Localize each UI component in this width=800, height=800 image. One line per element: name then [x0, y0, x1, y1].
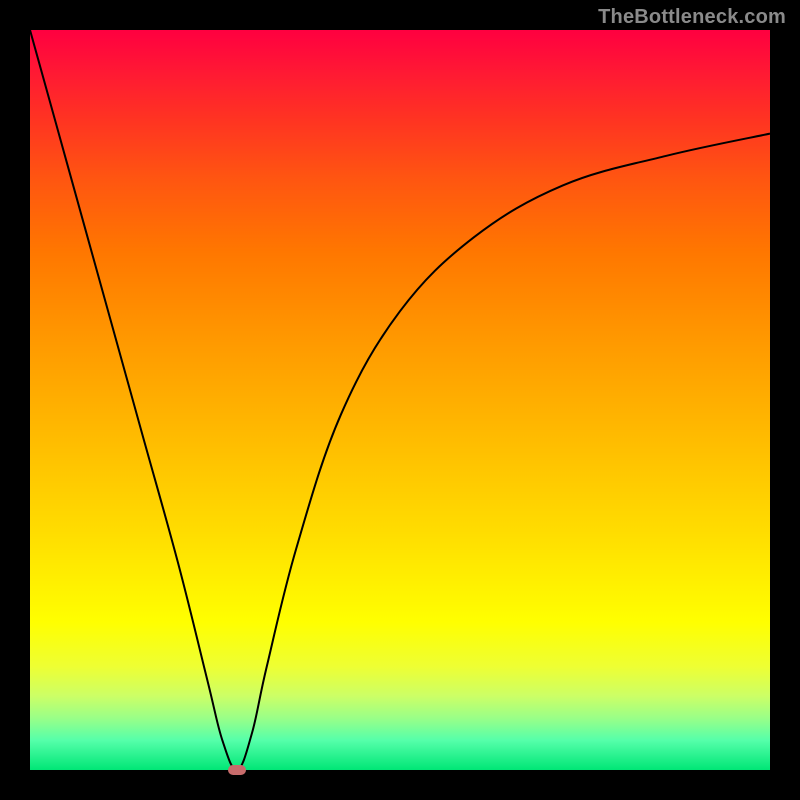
bottleneck-curve	[30, 30, 770, 770]
curve-svg	[30, 30, 770, 770]
plot-area	[30, 30, 770, 770]
chart-frame: TheBottleneck.com	[0, 0, 800, 800]
minimum-marker	[228, 765, 246, 775]
watermark-text: TheBottleneck.com	[598, 6, 786, 29]
